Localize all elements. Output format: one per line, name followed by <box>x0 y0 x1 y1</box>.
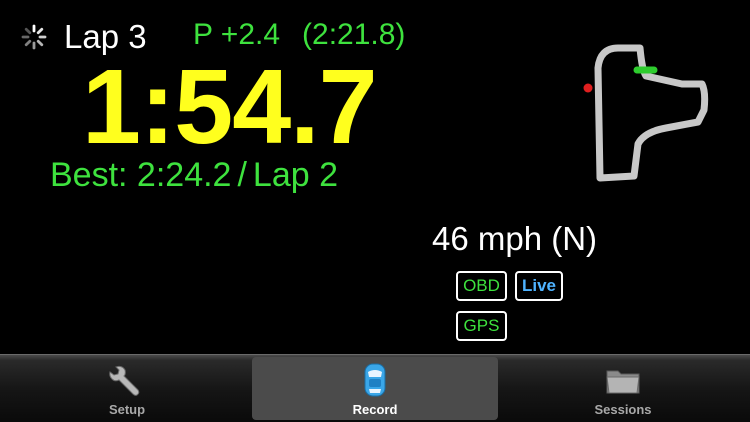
tab-record-label: Record <box>352 402 398 417</box>
tab-setup[interactable]: Setup <box>4 357 250 420</box>
track-map <box>583 44 709 182</box>
lap-timer-screen: Lap 3 P +2.4 (2:21.8) 1:54.7 Best: 2:24.2… <box>0 0 750 354</box>
best-lap-separator: / <box>237 156 247 194</box>
delta-value: P +2.4 <box>193 18 281 51</box>
live-status-badge: Live <box>515 271 563 301</box>
best-lap-number: Lap 2 <box>252 156 339 194</box>
obd-status-badge: OBD <box>456 271 507 301</box>
speed-readout: 46 mph (N) <box>432 220 598 257</box>
tab-setup-label: Setup <box>108 402 146 417</box>
tab-bar: Setup Record Sessions <box>0 354 750 422</box>
predicted-lap-time: (2:21.8) <box>302 18 406 51</box>
tab-sessions-label: Sessions <box>594 402 652 417</box>
best-lap-time: Best: 2:24.2 <box>50 156 232 194</box>
tab-sessions[interactable]: Sessions <box>500 357 746 420</box>
start-marker <box>583 83 593 93</box>
current-lap-time: 1:54.7 <box>82 48 378 166</box>
gps-status-badge: GPS <box>456 311 507 341</box>
folder-icon <box>606 370 640 394</box>
best-lap: Best: 2:24.2/Lap 2 <box>50 155 338 195</box>
wrench-icon <box>109 365 140 396</box>
tab-record[interactable]: Record <box>252 357 498 420</box>
car-icon <box>364 363 386 397</box>
activity-spinner-icon <box>21 24 47 50</box>
